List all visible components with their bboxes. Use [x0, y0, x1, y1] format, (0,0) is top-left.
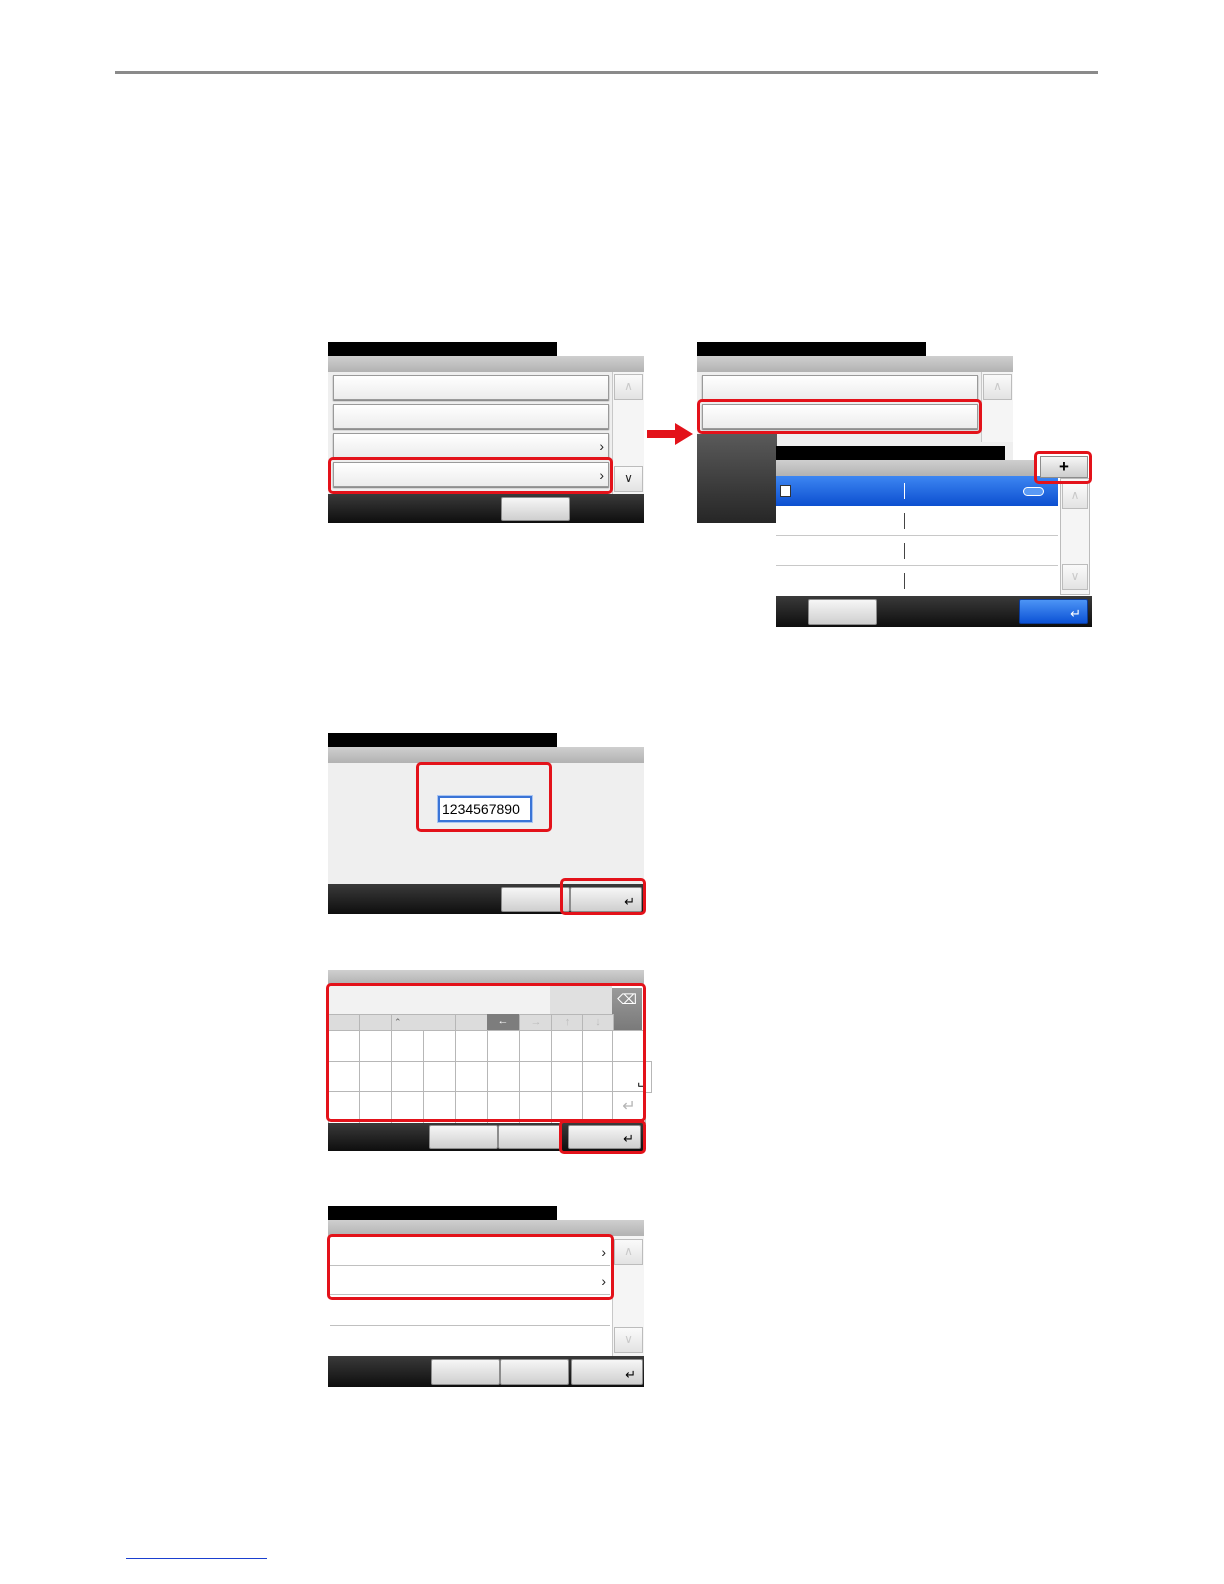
detail-button[interactable]: [1023, 487, 1044, 496]
chevron-up-icon: ∧: [1070, 488, 1080, 502]
highlight-ok-button: [560, 878, 646, 915]
highlight-menu-item-2: [697, 399, 982, 434]
menu-item-2[interactable]: [333, 404, 609, 429]
cancel-button[interactable]: [808, 599, 877, 625]
column-divider: [904, 513, 905, 529]
column-divider: [904, 483, 905, 499]
screen-header: [697, 356, 1013, 372]
keyboard-button-2[interactable]: [498, 1125, 561, 1149]
arrow-right-icon: [647, 423, 693, 445]
screen-header: [328, 747, 644, 763]
chevron-down-icon: ∨: [624, 471, 633, 485]
screen-3: ∧ ∨ ↵ +: [776, 446, 1092, 627]
chevron-up-icon: ∧: [993, 379, 1002, 393]
bottom-button-2[interactable]: [500, 1359, 569, 1385]
highlight-ok-button: [559, 1120, 646, 1154]
column-divider: [904, 573, 905, 589]
screen-1: › › ∧ ∨: [328, 342, 644, 523]
top-rule: [115, 71, 1098, 74]
scroll-down-button[interactable]: ∨: [614, 1327, 643, 1353]
menu-item-1[interactable]: [702, 375, 978, 400]
highlight-menu-item-4: [328, 457, 613, 494]
scroll-down-button[interactable]: ∨: [614, 466, 643, 492]
menu-item-3[interactable]: ›: [333, 433, 609, 458]
highlight-keyboard: [326, 983, 646, 1122]
screen-title-bar: [328, 733, 557, 747]
list-row-selected[interactable]: [776, 476, 1058, 506]
chevron-up-icon: ∧: [624, 1244, 633, 1258]
highlight-number-field: [416, 762, 552, 832]
chevron-up-icon: ∧: [624, 379, 633, 393]
close-button[interactable]: [501, 497, 570, 521]
screen-header: [328, 970, 644, 984]
screen-title-bar: [776, 446, 1005, 460]
screen-header: [776, 460, 1036, 476]
screen-title-bar: [328, 342, 557, 356]
dimmed-area: [697, 434, 777, 523]
screen-5: ⌫ ⌃ ← → ↑ ↓ ␣ ↵ ↵: [326, 970, 652, 1154]
list-row[interactable]: [776, 506, 1058, 536]
bottom-bar: [328, 494, 644, 523]
highlight-list-items: [327, 1234, 614, 1300]
scrollbar[interactable]: ∧: [981, 372, 1013, 442]
screen-4: 1234567890 ↵: [328, 733, 646, 915]
list-row[interactable]: [776, 536, 1058, 566]
scroll-up-button[interactable]: ∧: [1062, 483, 1088, 509]
scroll-up-button[interactable]: ∧: [983, 374, 1012, 400]
screen-header: [328, 356, 644, 372]
chevron-right-icon: ›: [599, 437, 604, 454]
ok-button[interactable]: ↵: [571, 1359, 643, 1385]
screen-title-bar: [328, 1206, 557, 1220]
keyboard-button-1[interactable]: [429, 1125, 498, 1149]
list-item-3[interactable]: [330, 1296, 610, 1326]
enter-icon: ↵: [1070, 606, 1081, 621]
ok-button[interactable]: ↵: [1019, 599, 1088, 624]
scroll-up-button[interactable]: ∧: [614, 374, 643, 400]
highlight-add-button: [1034, 451, 1092, 484]
scroll-down-button[interactable]: ∨: [1062, 564, 1088, 590]
column-divider: [904, 543, 905, 559]
menu-item-1[interactable]: [333, 375, 609, 400]
bottom-button-1[interactable]: [431, 1359, 500, 1385]
address-book-icon: [780, 485, 791, 497]
footer-link-rule: [126, 1558, 267, 1559]
chevron-down-icon: ∨: [624, 1332, 633, 1346]
scroll-up-button[interactable]: ∧: [614, 1239, 643, 1265]
list-row[interactable]: [776, 566, 1058, 596]
list-item-4[interactable]: [330, 1326, 610, 1356]
screen-6: › › ∧ ∨ ↵: [327, 1206, 644, 1387]
scrollbar[interactable]: ∧ ∨: [612, 372, 644, 494]
scrollbar[interactable]: ∧ ∨: [612, 1236, 644, 1356]
chevron-down-icon: ∨: [1070, 569, 1080, 583]
screen-title-bar: [697, 342, 926, 356]
enter-icon: ↵: [625, 1367, 636, 1382]
scrollbar[interactable]: ∧ ∨: [1060, 478, 1090, 595]
